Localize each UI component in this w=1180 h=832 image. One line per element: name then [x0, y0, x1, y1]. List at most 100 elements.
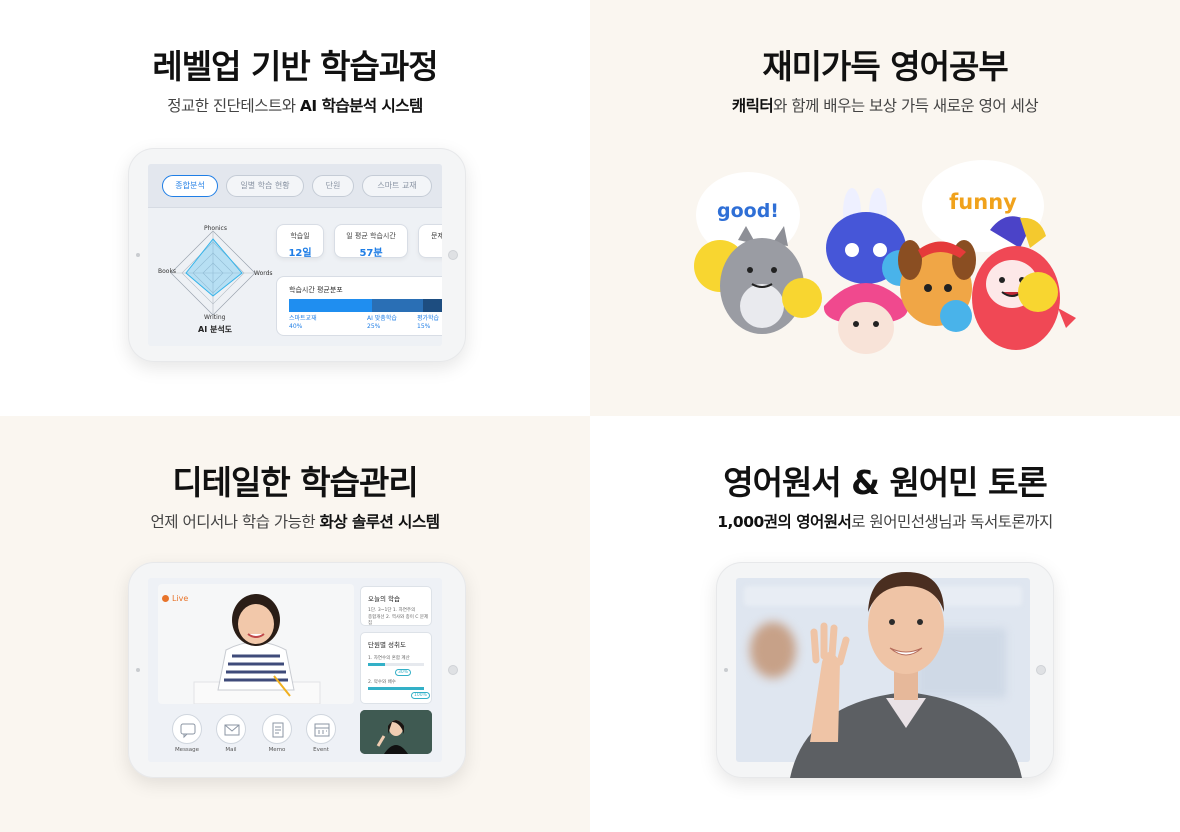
- today-study-panel: 오늘의 학습 1단. 3~1단 1. 자연주의 종합개선 2. 역사와 종이 C…: [360, 586, 432, 626]
- message-icon: [180, 723, 196, 739]
- progress-bar: [368, 663, 424, 666]
- progress-percent: 100%: [411, 692, 430, 699]
- progress-item-label: 1. 자연수의 혼합 계산: [368, 656, 410, 661]
- section-title: 레벨업 기반 학습과정: [152, 47, 438, 86]
- stat-value: 12일: [288, 248, 312, 259]
- red-character: [972, 216, 1076, 350]
- distribution-label: 평가학습 15%: [417, 315, 439, 331]
- percent-text: 40%: [289, 323, 303, 330]
- native-teacher-image: [790, 572, 1022, 778]
- tab-summary[interactable]: 종합분석: [162, 175, 218, 197]
- tab-bar: 종합분석 일별 학습 현황 단원 스마트 교재: [148, 164, 442, 208]
- mail-label: Mail: [225, 747, 237, 753]
- cat-character: [694, 226, 822, 334]
- memo-icon: [272, 722, 284, 738]
- event-label: Event: [313, 747, 329, 753]
- subtitle-highlight: AI 학습분석 시스템: [299, 97, 423, 115]
- distribution-segment: [289, 299, 373, 312]
- video-class-screen: Live Message Mail Memo Event 오늘의 학습 1단. …: [148, 578, 442, 762]
- camera-dot: [724, 668, 728, 672]
- tablet-frame: 종합분석 일별 학습 현황 단원 스마트 교재 Phonics Books Wo…: [128, 148, 466, 362]
- time-distribution-card: 학습시간 평균분포 스마트교재 40% AI 맞춤학습 25% 평가학습 15%: [276, 276, 442, 336]
- stat-value: 57분: [359, 248, 383, 259]
- label-text: AI 맞춤학습: [367, 315, 397, 322]
- panel-line: 1단. 3~1단 1. 자연주의: [368, 608, 416, 613]
- camera-dot: [136, 253, 140, 257]
- tab-unit[interactable]: 단원: [312, 175, 354, 197]
- memo-label: Memo: [268, 747, 286, 753]
- memo-button[interactable]: [262, 714, 292, 744]
- unit-progress-panel: 단원별 성취도 1. 자연수의 혼합 계산 30% 2. 약수와 배수 100%: [360, 632, 432, 704]
- distribution-title: 학습시간 평균분포: [289, 286, 343, 294]
- panel-title: 단원별 성취도: [368, 641, 406, 649]
- mail-icon: [224, 724, 240, 736]
- teacher-image: [360, 710, 432, 754]
- progress-fill: [368, 663, 385, 666]
- section-subtitle: 1,000권의 영어원서로 원어민선생님과 독서토론까지: [590, 510, 1180, 532]
- stat-card-days: 학습일 12일: [276, 224, 324, 259]
- subtitle-highlight: 1,000권의 영어원서: [717, 513, 852, 531]
- percent-text: 25%: [367, 323, 381, 330]
- distribution-segment: [372, 299, 424, 312]
- distribution-label: 스마트교재 40%: [289, 315, 317, 331]
- message-label: Message: [174, 747, 200, 753]
- section-subtitle: 캐릭터와 함께 배우는 보상 가득 새로운 영어 세상: [590, 94, 1180, 116]
- section-title: 영어원서 & 원어민 토론: [723, 463, 1048, 502]
- camera-dot: [136, 668, 140, 672]
- stat-label: 일 평균 학습시간: [346, 232, 396, 240]
- student-image: [193, 594, 321, 704]
- section-subtitle: 정교한 진단테스트와 AI 학습분석 시스템: [0, 94, 590, 116]
- progress-item-label: 2. 약수와 배수: [368, 680, 396, 685]
- subtitle-text: 와 함께 배우는 보상 가득 새로운 영어 세상: [773, 97, 1039, 115]
- mail-button[interactable]: [216, 714, 246, 744]
- radar-label-words: Words: [254, 270, 273, 277]
- section-english-books: 영어원서 & 원어민 토론 1,000권의 영어원서로 원어민선생님과 독서토론…: [590, 416, 1180, 832]
- radar-label-books: Books: [158, 268, 177, 275]
- section-fun-english: 재미가득 영어공부 캐릭터와 함께 배우는 보상 가득 새로운 영어 세상 go…: [590, 0, 1180, 416]
- progress-fill: [368, 687, 424, 690]
- section-learning-management: 디테일한 학습관리 언제 어디서나 학습 가능한 화상 솔루션 시스템 Live…: [0, 416, 590, 832]
- distribution-label: AI 맞춤학습 25%: [367, 315, 397, 331]
- section-title: 디테일한 학습관리: [172, 463, 418, 502]
- home-button: [448, 665, 458, 675]
- panel-title: 오늘의 학습: [368, 595, 400, 603]
- distribution-bar: [289, 299, 442, 312]
- stat-label: 문제: [431, 232, 442, 240]
- subtitle-text: 정교한 진단테스트와: [167, 97, 300, 115]
- section-subtitle: 언제 어디서나 학습 가능한 화상 솔루션 시스템: [0, 510, 590, 532]
- section-title: 재미가득 영어공부: [762, 47, 1008, 86]
- character-group: [694, 188, 1076, 354]
- section-levelup: 레벨업 기반 학습과정 정교한 진단테스트와 AI 학습분석 시스템 종합분석 …: [0, 0, 590, 416]
- stat-card-problems: 문제: [418, 224, 442, 258]
- live-label: Live: [172, 594, 189, 603]
- analysis-screen: 종합분석 일별 학습 현황 단원 스마트 교재 Phonics Books Wo…: [148, 164, 442, 346]
- progress-bar: [368, 687, 424, 690]
- subtitle-text: 언제 어디서나 학습 가능한: [150, 513, 320, 531]
- distribution-segment: [423, 299, 442, 312]
- calendar-icon: [314, 723, 330, 737]
- tab-smart-book[interactable]: 스마트 교재: [362, 175, 432, 197]
- stat-label: 학습일: [290, 232, 310, 240]
- radar-chart: [170, 230, 256, 316]
- subtitle-highlight: 캐릭터: [731, 97, 774, 115]
- radar-label-phonics: Phonics: [204, 225, 227, 232]
- live-dot-icon: [162, 595, 169, 602]
- subtitle-highlight: 화상 솔루션 시스템: [319, 513, 440, 531]
- live-indicator: Live: [162, 594, 188, 603]
- tab-daily[interactable]: 일별 학습 현황: [226, 175, 304, 197]
- home-button: [448, 250, 458, 260]
- feature-grid: 레벨업 기반 학습과정 정교한 진단테스트와 AI 학습분석 시스템 종합분석 …: [0, 0, 1180, 832]
- home-button: [1036, 665, 1046, 675]
- teacher-video: [360, 710, 432, 754]
- radar-label-writing: Writing: [204, 314, 226, 321]
- subtitle-text: 로 원어민선생님과 독서토론까지: [851, 513, 1053, 531]
- message-button[interactable]: [172, 714, 202, 744]
- label-text: 평가학습: [417, 315, 440, 322]
- percent-text: 15%: [417, 323, 431, 330]
- progress-percent: 30%: [395, 669, 412, 676]
- event-button[interactable]: [306, 714, 336, 744]
- tablet-frame: Live Message Mail Memo Event 오늘의 학습 1단. …: [128, 562, 466, 778]
- panel-line: 종합개선 2. 역사와 종이 C 문제집: [368, 615, 429, 626]
- label-text: 스마트교재: [289, 315, 317, 322]
- stat-card-avg-time: 일 평균 학습시간 57분: [334, 224, 408, 259]
